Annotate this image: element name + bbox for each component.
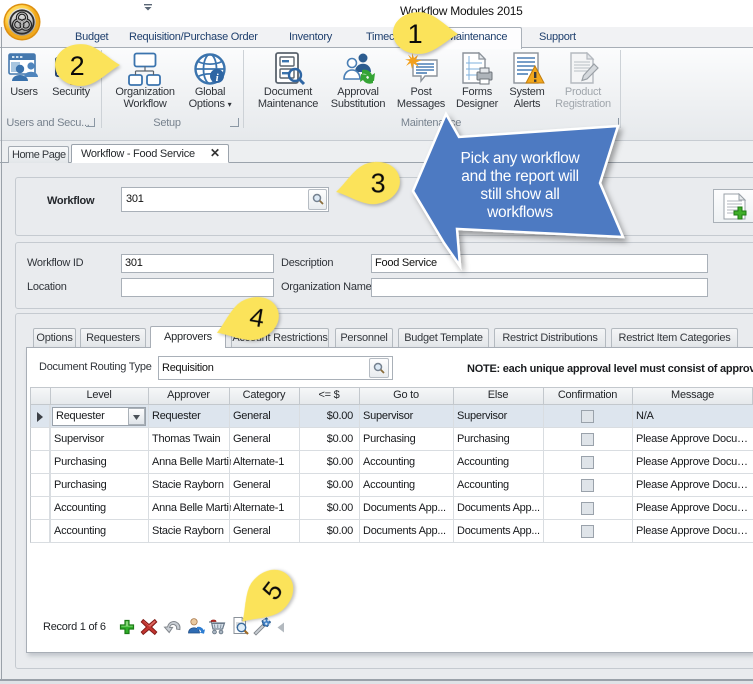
svg-text:workflows: workflows [486, 204, 553, 221]
svg-text:and the report will: and the report will [461, 168, 579, 185]
svg-text:still show all: still show all [480, 186, 559, 203]
svg-text:Pick any workflow: Pick any workflow [461, 150, 581, 167]
svg-text:2: 2 [70, 51, 85, 81]
svg-text:3: 3 [371, 168, 386, 198]
svg-text:1: 1 [408, 19, 423, 49]
